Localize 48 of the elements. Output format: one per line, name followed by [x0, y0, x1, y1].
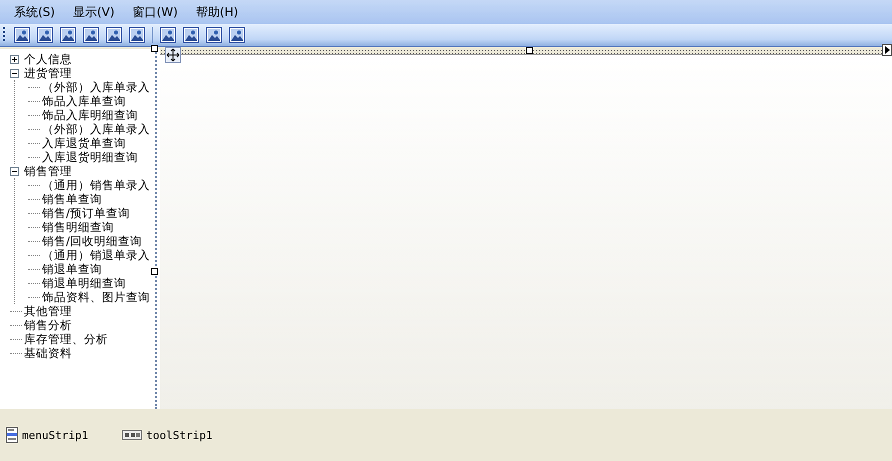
tree-item[interactable]: 进货管理: [24, 66, 72, 80]
move-icon[interactable]: [165, 47, 181, 63]
tree-item[interactable]: （外部）入库单录入: [42, 122, 150, 136]
picture-icon[interactable]: [37, 27, 53, 43]
picture-icon[interactable]: [183, 27, 199, 43]
tree-item[interactable]: 销售单查询: [42, 192, 102, 206]
resize-handle[interactable]: [151, 45, 158, 52]
component-label[interactable]: toolStrip1: [146, 428, 212, 442]
tree-item[interactable]: 个人信息: [24, 52, 72, 66]
picture-icon[interactable]: [229, 27, 245, 43]
tree-item[interactable]: 库存管理、分析: [24, 332, 108, 346]
menu-item[interactable]: 帮助(H): [196, 4, 238, 20]
tree-item[interactable]: 入库退货单查询: [42, 136, 126, 150]
picture-icon[interactable]: [160, 27, 176, 43]
menu-strip-icon: [6, 427, 18, 443]
picture-icon[interactable]: [206, 27, 222, 43]
menu-item[interactable]: 窗口(W): [132, 4, 178, 20]
arrow-icon[interactable]: [882, 44, 892, 56]
picture-icon[interactable]: [14, 27, 30, 43]
tree-item[interactable]: 饰品资料、图片查询: [42, 290, 150, 304]
component-label[interactable]: menuStrip1: [22, 428, 88, 442]
picture-icon[interactable]: [83, 27, 99, 43]
picture-icon[interactable]: [60, 27, 76, 43]
tree-item[interactable]: 销售分析: [24, 318, 72, 332]
tree-item[interactable]: 销售/回收明细查询: [42, 234, 142, 248]
tree-item[interactable]: （通用）销退单录入: [42, 248, 150, 262]
resize-handle[interactable]: [526, 47, 533, 54]
tree-item[interactable]: 入库退货明细查询: [42, 150, 138, 164]
picture-icon[interactable]: [106, 27, 122, 43]
tool-strip-icon: [122, 430, 142, 440]
tree-item[interactable]: （通用）销售单录入: [42, 178, 150, 192]
expander-icon[interactable]: [10, 54, 19, 64]
tree-item[interactable]: 销退单明细查询: [42, 276, 126, 290]
menu-item[interactable]: 显示(V): [72, 4, 115, 20]
tree-item[interactable]: （外部）入库单录入: [42, 80, 150, 94]
menu-item[interactable]: 系统(S): [14, 4, 55, 20]
tree-item[interactable]: 饰品入库明细查询: [42, 108, 138, 122]
tree-item[interactable]: 销售明细查询: [42, 220, 114, 234]
tree-item[interactable]: 饰品入库单查询: [42, 94, 126, 108]
tree-item[interactable]: 其他管理: [24, 304, 72, 318]
tree-item[interactable]: 销退单查询: [42, 262, 102, 276]
tree-item[interactable]: 基础资料: [24, 346, 72, 360]
resize-handle[interactable]: [151, 268, 158, 275]
expander-icon[interactable]: [10, 68, 19, 78]
tree-item[interactable]: 销售管理: [24, 164, 72, 178]
expander-icon[interactable]: [10, 166, 19, 176]
picture-icon[interactable]: [129, 27, 145, 43]
tree-item[interactable]: 销售/预订单查询: [42, 206, 130, 220]
